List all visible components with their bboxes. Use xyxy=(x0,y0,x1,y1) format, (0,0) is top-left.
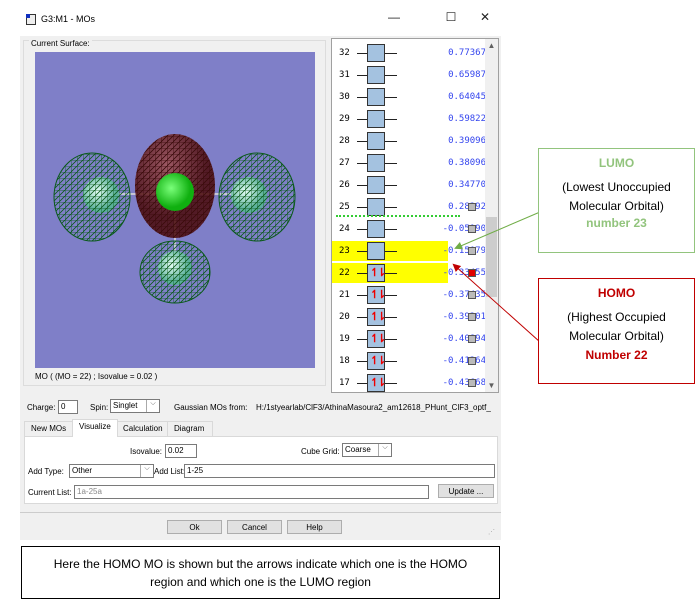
lumo-annotation: LUMO (Lowest Unoccupied Molecular Orbita… xyxy=(538,148,695,253)
homo-arrow xyxy=(452,263,541,343)
homo-title: HOMO xyxy=(597,286,636,300)
tab-visualize[interactable]: Visualize xyxy=(72,419,118,437)
lumo-description: (Lowest Unoccupied Molecular Orbital) xyxy=(562,180,671,213)
homo-number: Number 22 xyxy=(585,348,648,362)
lumo-number: number 23 xyxy=(586,216,647,230)
lumo-arrow xyxy=(454,211,541,250)
homo-annotation: HOMO (Highest Occupied Molecular Orbital… xyxy=(538,278,695,384)
bottom-caption: Here the HOMO MO is shown but the arrows… xyxy=(21,546,500,599)
homo-description: (Highest Occupied Molecular Orbital) xyxy=(567,310,666,343)
lumo-title: LUMO xyxy=(598,156,635,170)
